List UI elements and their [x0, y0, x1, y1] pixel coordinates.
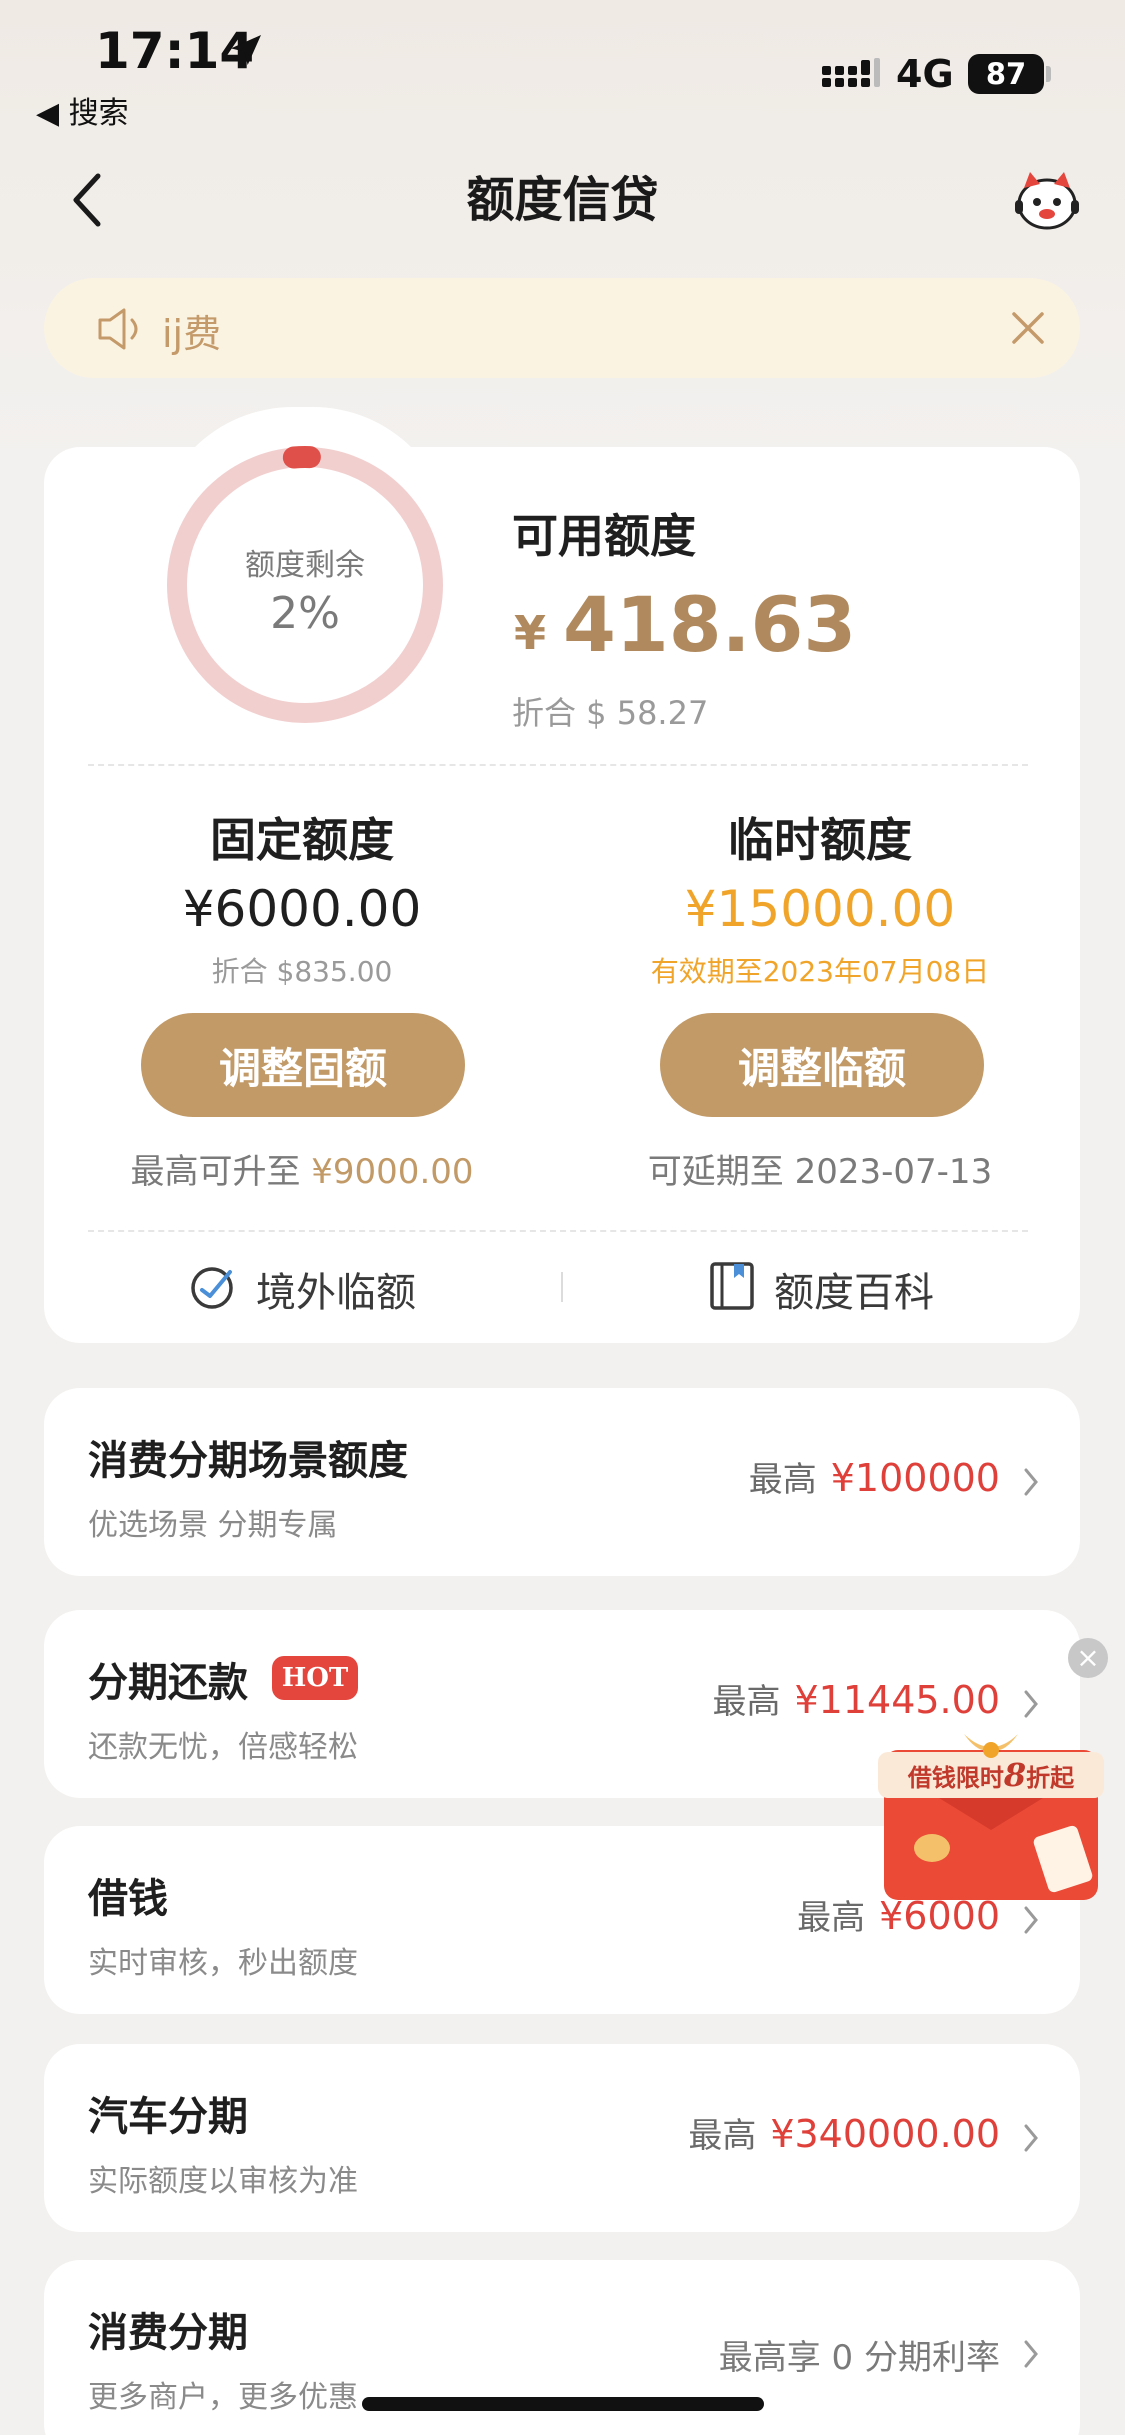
max-prefix: 最高 — [688, 2116, 757, 2156]
link-divider — [561, 1272, 563, 1302]
adjust-temporary-credit-button[interactable]: 调整临额 — [660, 1013, 984, 1117]
hot-badge: HOT — [272, 1656, 358, 1700]
chevron-right-icon — [1024, 1690, 1038, 1718]
list-item-subtitle: 更多商户，更多优惠 — [88, 2380, 358, 2415]
promo-close-button[interactable]: × — [1068, 1638, 1108, 1678]
temporary-credit-extend-note: 可延期至 2023-07-13 — [647, 1152, 993, 1192]
remaining-credit-ring — [166, 446, 444, 724]
max-note-amount: ¥9000.00 — [311, 1152, 474, 1192]
adjust-fixed-credit-button[interactable]: 调整固额 — [141, 1013, 465, 1117]
list-item-consumer-scene-credit[interactable]: 消费分期场景额度 优选场景 分期专属 最高 ¥100000 — [44, 1388, 1080, 1576]
divider — [88, 764, 1028, 766]
loan-promo-badge[interactable]: 借钱限时8折起 — [864, 1720, 1118, 1905]
chevron-right-icon — [1024, 2340, 1038, 2368]
signal-icon — [822, 58, 880, 87]
divider — [88, 1230, 1028, 1232]
back-to-app-link[interactable]: ◀ 搜索 — [36, 88, 129, 132]
location-arrow-icon — [231, 35, 261, 65]
book-icon[interactable] — [706, 1260, 758, 1312]
battery-level: 87 — [968, 54, 1044, 94]
list-item-max: 最高 ¥100000 — [749, 1452, 1000, 1501]
chevron-right-icon — [1024, 1906, 1038, 1934]
list-item-subtitle: 实时审核，秒出额度 — [88, 1946, 358, 1981]
available-credit-amount: 418.63 — [563, 580, 857, 669]
list-item-title: 借钱 — [88, 1876, 168, 1922]
max-amount: ¥100000 — [830, 1456, 1000, 1500]
notice-banner[interactable]: ij费 — [44, 278, 1080, 378]
close-icon[interactable] — [1006, 306, 1050, 350]
temporary-credit-validity: 有效期至2023年07月08日 — [650, 955, 990, 988]
fixed-credit-amount: ¥6000.00 — [182, 880, 422, 938]
page-title: 额度信贷 — [466, 172, 659, 228]
list-item-rate-note: 最高享 0 分期利率 — [718, 2338, 1000, 2378]
credit-encyclopedia-link[interactable]: 额度百科 — [774, 1260, 934, 1318]
speaker-icon — [98, 308, 138, 350]
max-prefix: 最高 — [712, 1682, 781, 1722]
list-item-max: 最高 ¥340000.00 — [688, 2108, 1000, 2157]
promo-text-c: 折起 — [1026, 1763, 1075, 1792]
max-prefix: 最高 — [748, 1460, 817, 1500]
max-amount: ¥340000.00 — [770, 2112, 1000, 2156]
ring-percentage: 2% — [270, 588, 340, 639]
fixed-credit-max-note: 最高可升至 ¥9000.00 — [72, 1144, 532, 1193]
chevron-right-icon — [1024, 1468, 1038, 1496]
promo-text-a: 借钱限时 — [907, 1763, 1004, 1792]
home-indicator — [362, 2397, 764, 2411]
max-note-prefix: 最高可升至 — [130, 1152, 312, 1192]
list-item-max: 最高 ¥11445.00 — [713, 1674, 1001, 1723]
notice-text: ij费 — [162, 312, 222, 356]
max-amount: ¥11445.00 — [794, 1678, 1001, 1722]
available-credit-usd: 折合 $ 58.27 — [512, 694, 709, 732]
fixed-credit-usd: 折合 $835.00 — [211, 955, 393, 988]
fixed-credit-title: 固定额度 — [210, 813, 394, 867]
network-type: 4G — [896, 52, 954, 96]
list-item-subtitle: 还款无忧，倍感轻松 — [88, 1730, 358, 1765]
list-item-subtitle: 实际额度以审核为准 — [88, 2164, 358, 2199]
ring-label: 额度剩余 — [245, 548, 365, 583]
max-prefix: 最高 — [797, 1898, 866, 1938]
list-item-title: 消费分期场景额度 — [88, 1438, 408, 1484]
available-credit-title: 可用额度 — [512, 509, 696, 563]
overseas-temporary-credit-link[interactable]: 境外临额 — [256, 1260, 416, 1318]
temporary-credit-title: 临时额度 — [728, 813, 912, 867]
list-item-car-installment[interactable]: 汽车分期 实际额度以审核为准 最高 ¥340000.00 — [44, 2044, 1080, 2232]
promo-text-b: 8 — [1003, 1756, 1026, 1794]
currency-symbol: ¥ — [514, 606, 547, 660]
chevron-right-icon — [1024, 2124, 1038, 2152]
mascot-avatar-icon[interactable] — [1012, 166, 1082, 232]
list-item-title: 分期还款 — [88, 1660, 248, 1706]
temporary-credit-amount: ¥15000.00 — [684, 880, 956, 938]
overseas-globe-icon[interactable] — [186, 1260, 238, 1312]
list-item-title: 汽车分期 — [88, 2094, 248, 2140]
list-item-subtitle: 优选场景 分期专属 — [88, 1508, 338, 1543]
battery-cap — [1046, 66, 1051, 82]
list-item-title: 消费分期 — [88, 2310, 248, 2356]
